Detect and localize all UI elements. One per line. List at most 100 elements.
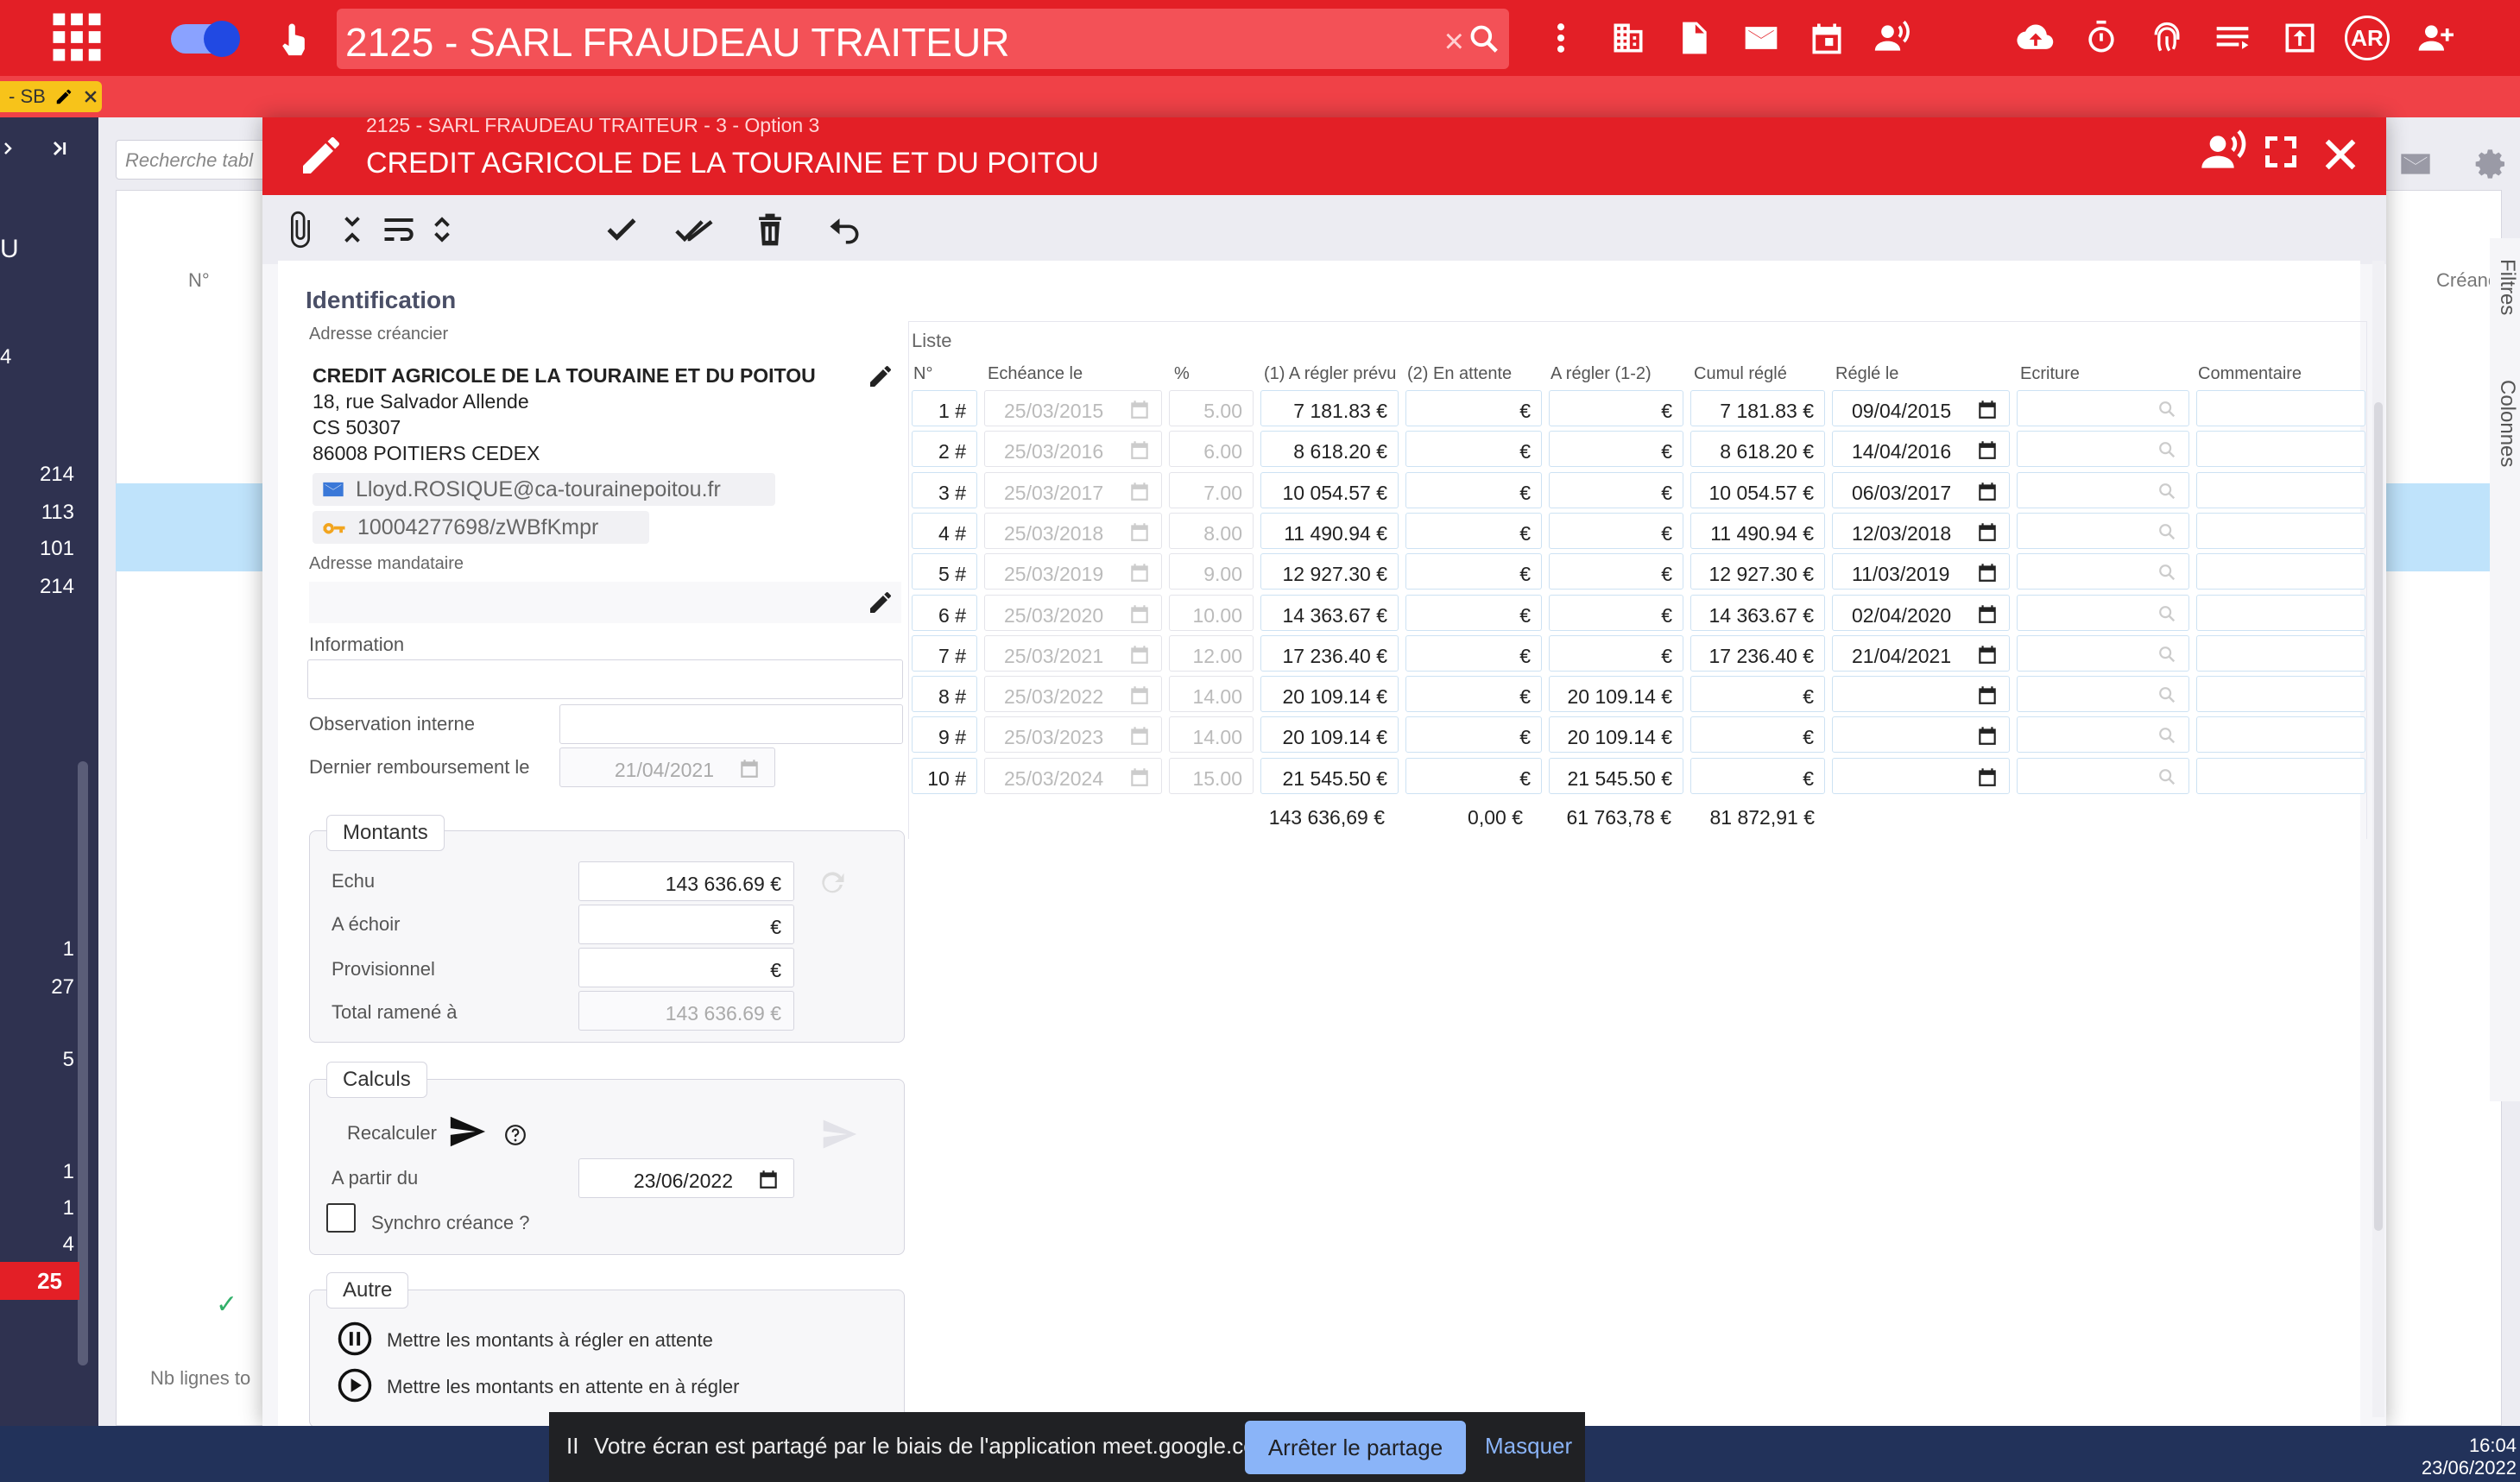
grid-cell-date[interactable]: 25/03/2016 <box>984 431 1162 468</box>
grid-cell-date[interactable]: 25/03/2018 <box>984 512 1162 549</box>
account-pill[interactable]: 10004277698/zWBfKmpr <box>313 511 649 544</box>
calendar-icon[interactable] <box>1976 561 1999 583</box>
grid-cell-cumul[interactable]: € <box>1690 716 1825 754</box>
grid-cell-ecr[interactable] <box>2017 390 2189 426</box>
gear-icon[interactable] <box>2474 147 2509 181</box>
grid-column-header[interactable]: % <box>1174 364 1190 384</box>
grid-cell-attente[interactable]: € <box>1405 634 1542 672</box>
grid-cell-pct[interactable]: 14.00 <box>1169 716 1254 754</box>
pencil-icon[interactable] <box>867 363 894 390</box>
undo-icon[interactable] <box>825 211 863 249</box>
grid-cell-ecr[interactable] <box>2017 512 2189 549</box>
column-header-no[interactable]: N° <box>188 269 210 292</box>
collapse-end-icon[interactable] <box>48 136 73 161</box>
grid-cell-pct[interactable]: 8.00 <box>1169 512 1254 549</box>
grid-cell-cumul[interactable]: 14 363.67 € <box>1690 594 1825 631</box>
sb-tag[interactable]: - SB <box>0 81 102 112</box>
a-echoir-input[interactable]: € <box>578 905 794 944</box>
filters-tab[interactable]: Filtres <box>2495 259 2519 315</box>
voice-icon[interactable] <box>2200 128 2248 176</box>
echu-input[interactable]: 143 636.69 € <box>578 861 794 901</box>
building-icon[interactable] <box>1607 17 1649 59</box>
provisionnel-input[interactable]: € <box>578 948 794 987</box>
grid-cell-n[interactable]: 6 # <box>912 594 977 631</box>
grid-cell-ecr[interactable] <box>2017 553 2189 590</box>
grid-cell-cumul[interactable]: € <box>1690 676 1825 713</box>
grid-cell-regle_le[interactable] <box>1832 716 2010 754</box>
scrollbar-thumb[interactable] <box>2374 402 2383 1231</box>
double-check-icon[interactable] <box>675 211 713 249</box>
more-vert-icon[interactable] <box>1540 17 1582 59</box>
grid-column-header[interactable]: (1) A régler prévu <box>1264 364 1396 384</box>
upload-box-icon[interactable] <box>2279 17 2321 59</box>
grid-cell-attente[interactable]: € <box>1405 471 1542 508</box>
grid-cell-n[interactable]: 9 # <box>912 716 977 754</box>
grid-cell-com[interactable] <box>2196 431 2365 468</box>
search-icon[interactable] <box>2157 522 2176 541</box>
grid-cell-prevu[interactable]: 21 545.50 € <box>1260 757 1399 794</box>
grid-cell-date[interactable]: 25/03/2022 <box>984 676 1162 713</box>
grid-cell-date[interactable]: 25/03/2017 <box>984 471 1162 508</box>
grid-cell-prevu[interactable]: 20 109.14 € <box>1260 716 1399 754</box>
grid-cell-date[interactable]: 25/03/2021 <box>984 634 1162 672</box>
calendar-icon[interactable] <box>1128 561 1151 583</box>
search-icon[interactable] <box>2157 440 2176 459</box>
grid-cell-pct[interactable]: 5.00 <box>1169 390 1254 426</box>
fingerprint-icon[interactable] <box>2146 17 2188 59</box>
calendar-icon[interactable] <box>1128 602 1151 625</box>
delete-icon[interactable] <box>751 211 789 249</box>
grid-cell-com[interactable] <box>2196 757 2365 794</box>
search-icon[interactable] <box>1468 22 1500 55</box>
grid-cell-regle_le[interactable]: 21/04/2021 <box>1832 634 2010 672</box>
grid-cell-pct[interactable]: 7.00 <box>1169 471 1254 508</box>
search-icon[interactable] <box>2157 767 2176 786</box>
grid-cell-prevu[interactable]: 7 181.83 € <box>1260 390 1399 426</box>
clear-icon[interactable]: × <box>1444 22 1464 61</box>
grid-cell-attente[interactable]: € <box>1405 512 1542 549</box>
search-icon[interactable] <box>2157 685 2176 704</box>
grid-cell-regler[interactable]: € <box>1549 553 1683 590</box>
calendar-icon[interactable] <box>1976 398 1999 420</box>
grid-cell-attente[interactable]: € <box>1405 553 1542 590</box>
grid-cell-prevu[interactable]: 20 109.14 € <box>1260 676 1399 713</box>
timer-icon[interactable] <box>2081 17 2122 59</box>
grid-cell-regle_le[interactable]: 11/03/2019 <box>1832 553 2010 590</box>
grid-cell-regler[interactable]: 20 109.14 € <box>1549 716 1683 754</box>
column-header-creance[interactable]: Créanc <box>2436 269 2498 292</box>
grid-cell-n[interactable]: 10 # <box>912 757 977 794</box>
grid-cell-n[interactable]: 5 # <box>912 553 977 590</box>
grid-cell-attente[interactable]: € <box>1405 431 1542 468</box>
grid-cell-attente[interactable]: € <box>1405 716 1542 754</box>
mode-toggle[interactable] <box>171 21 240 57</box>
grid-cell-n[interactable]: 4 # <box>912 512 977 549</box>
grid-cell-ecr[interactable] <box>2017 431 2189 468</box>
grid-cell-cumul[interactable]: 17 236.40 € <box>1690 634 1825 672</box>
chevron-right-icon[interactable] <box>0 138 19 159</box>
grid-cell-regler[interactable]: € <box>1549 594 1683 631</box>
grid-cell-date[interactable]: 25/03/2015 <box>984 390 1162 426</box>
information-input[interactable] <box>307 659 903 699</box>
sidebar-badge[interactable]: 25 <box>0 1262 79 1300</box>
grid-cell-cumul[interactable]: 8 618.20 € <box>1690 431 1825 468</box>
stop-sharing-button[interactable]: Arrêter le partage <box>1245 1421 1466 1474</box>
user-add-icon[interactable] <box>2414 17 2455 59</box>
grid-cell-pct[interactable]: 12.00 <box>1169 634 1254 672</box>
grid-cell-regler[interactable]: € <box>1549 634 1683 672</box>
refresh-icon[interactable] <box>817 867 848 898</box>
grid-cell-date[interactable]: 25/03/2020 <box>984 594 1162 631</box>
last-refund-date[interactable]: 21/04/2021 <box>559 747 775 787</box>
grid-column-header[interactable]: (2) En attente <box>1407 364 1512 384</box>
grid-cell-regler[interactable]: € <box>1549 512 1683 549</box>
grid-cell-prevu[interactable]: 10 054.57 € <box>1260 471 1399 508</box>
grid-cell-com[interactable] <box>2196 471 2365 508</box>
grid-cell-ecr[interactable] <box>2017 757 2189 794</box>
grid-cell-cumul[interactable]: € <box>1690 757 1825 794</box>
grid-cell-cumul[interactable]: 12 927.30 € <box>1690 553 1825 590</box>
from-date-input[interactable]: 23/06/2022 <box>578 1158 794 1198</box>
calendar-icon[interactable] <box>1128 398 1151 420</box>
cloud-upload-icon[interactable] <box>2015 17 2056 59</box>
calendar-icon[interactable] <box>1976 724 1999 747</box>
grid-cell-date[interactable]: 25/03/2024 <box>984 757 1162 794</box>
grid-column-header[interactable]: N° <box>913 364 932 384</box>
calendar-icon[interactable] <box>1976 480 1999 502</box>
